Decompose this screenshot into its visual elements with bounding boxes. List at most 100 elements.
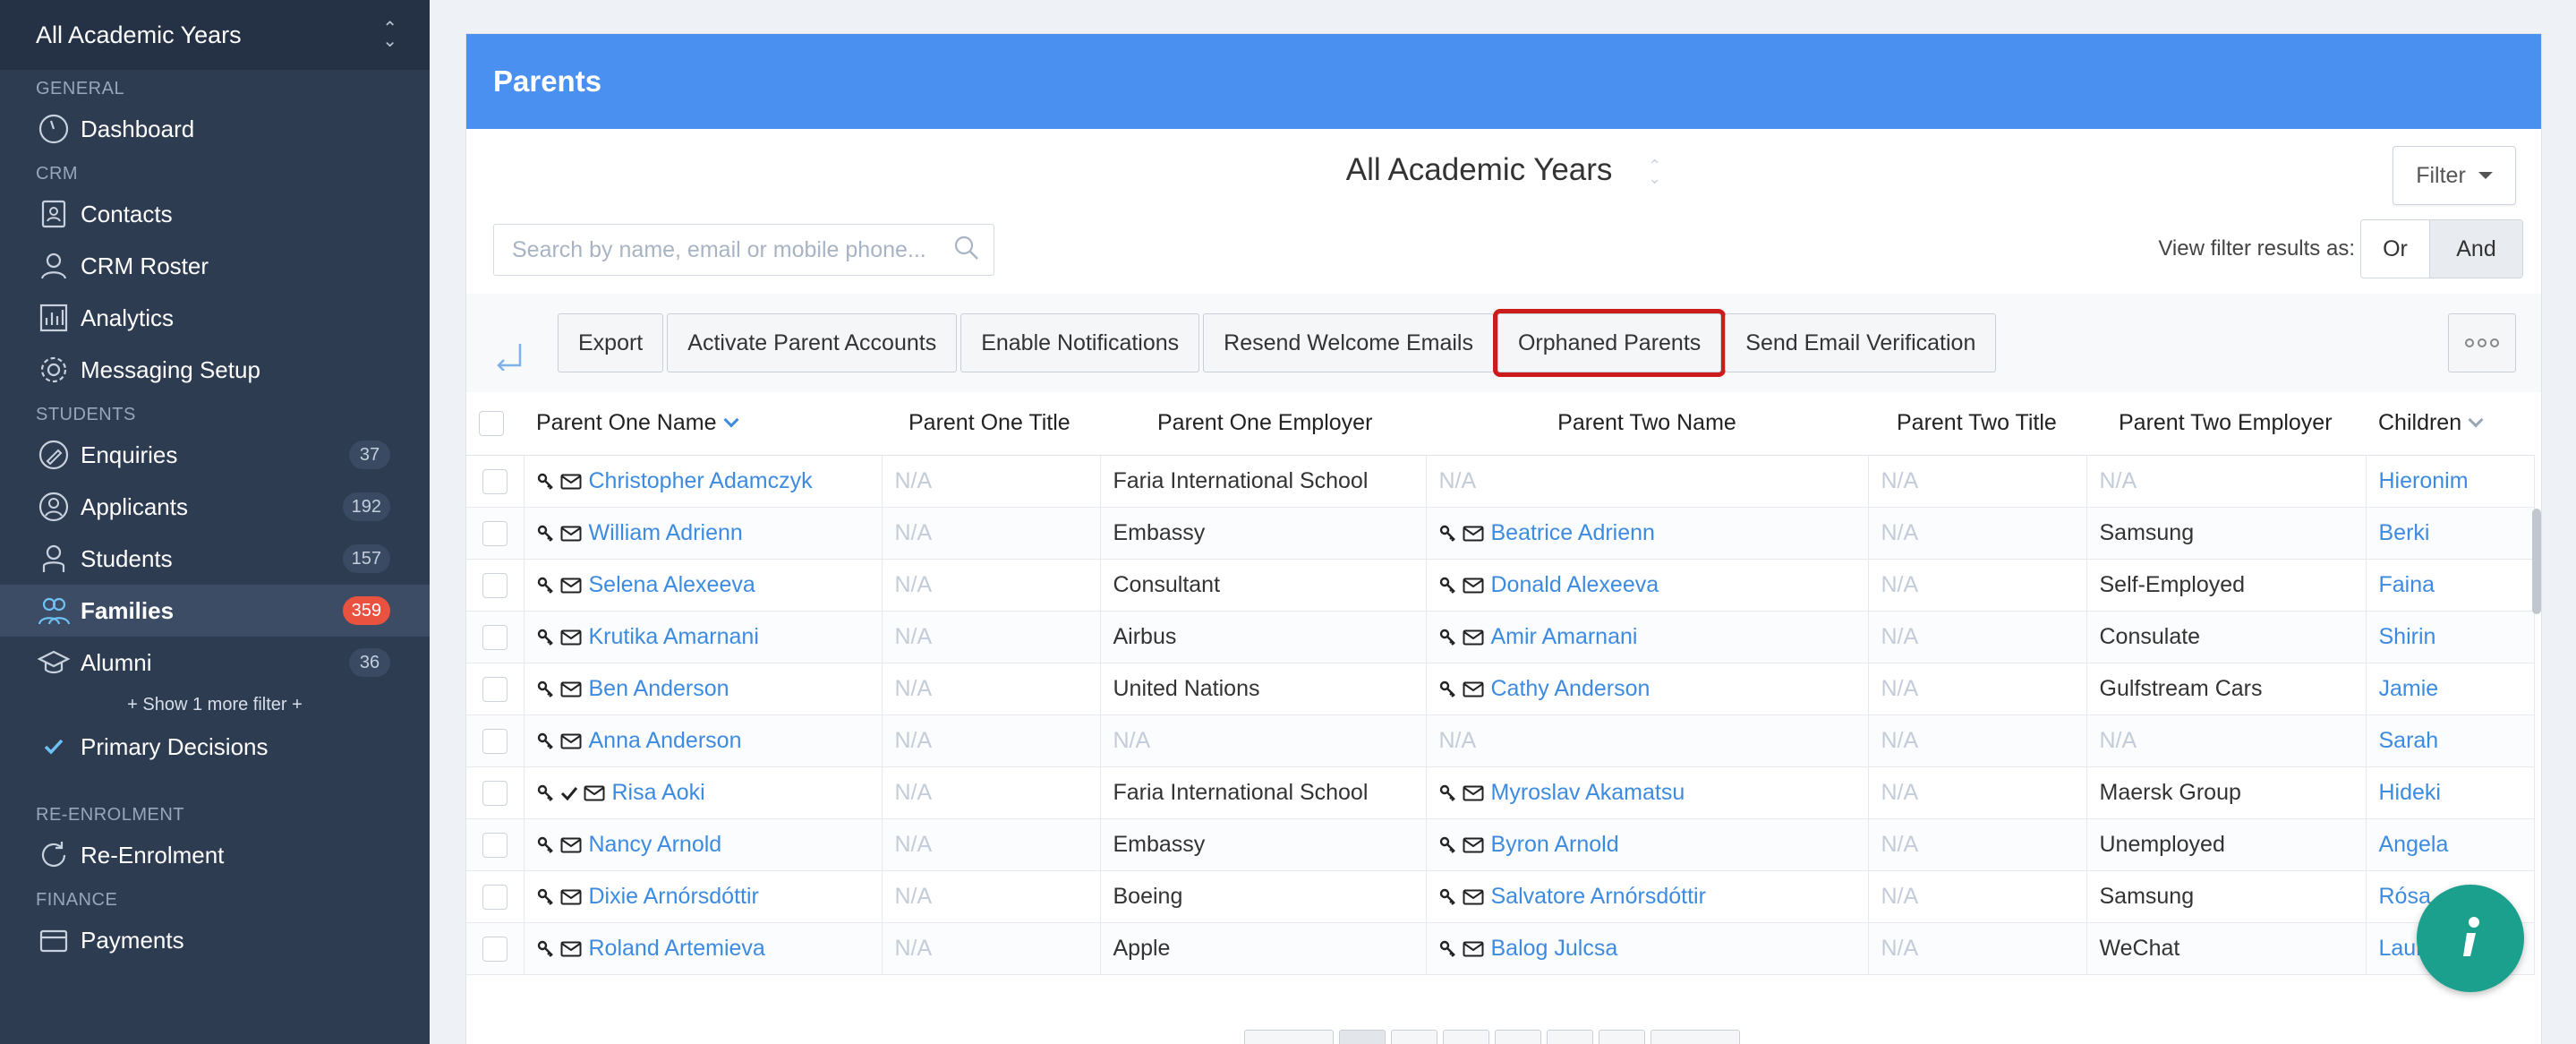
sidebar-item-students[interactable]: Students 157 <box>0 533 430 585</box>
parent-one-name-link[interactable]: Ben Anderson <box>589 676 729 701</box>
view-and-button[interactable]: And <box>2429 220 2522 278</box>
section-label-crm: CRM <box>36 164 79 184</box>
search-box[interactable] <box>493 224 994 276</box>
column-header-parent-one-employer[interactable]: Parent One Employer <box>1100 392 1426 456</box>
envelope-icon <box>1463 681 1483 697</box>
row-checkbox[interactable] <box>482 468 508 494</box>
parent-two-employer-cell: WeChat <box>2086 922 2367 975</box>
filter-button-label: Filter <box>2416 162 2466 188</box>
page-button[interactable] <box>1339 1030 1386 1044</box>
sidebar-item-applicants[interactable]: Applicants 192 <box>0 481 430 533</box>
table-row[interactable]: Selena Alexeeva N/A Consultant Donald Alexe… <box>466 559 2535 612</box>
academic-year-title[interactable]: All Academic Years ⌃ ⌄ <box>466 152 2541 188</box>
parent-two-name-link[interactable]: Amir Amarnani <box>1491 624 1638 649</box>
row-checkbox[interactable] <box>482 728 508 754</box>
children-cell[interactable]: Jamie <box>2366 663 2535 715</box>
table-row[interactable]: William Adrienn N/A Embassy Beatrice Adrien… <box>466 507 2535 560</box>
page-button[interactable] <box>1547 1030 1593 1044</box>
table-row[interactable]: Roland Artemieva N/A Apple Balog Julcsa N/A W… <box>466 922 2535 975</box>
column-header-parent-one-title[interactable]: Parent One Title <box>882 392 1100 456</box>
parent-one-name-link[interactable]: Christopher Adamczyk <box>589 468 813 493</box>
column-header-parent-two-name[interactable]: Parent Two Name <box>1426 392 1868 456</box>
row-checkbox[interactable] <box>482 884 508 910</box>
orphaned-parents-button[interactable]: Orphaned Parents <box>1492 309 1727 377</box>
select-all-checkbox[interactable] <box>479 411 504 437</box>
search-input[interactable] <box>512 236 952 263</box>
row-checkbox[interactable] <box>482 780 508 806</box>
parent-one-name-link[interactable]: Risa Aoki <box>612 780 705 805</box>
children-cell[interactable]: Angela <box>2366 818 2535 871</box>
table-row[interactable]: Risa Aoki N/A Faria International School My… <box>466 766 2535 819</box>
row-checkbox[interactable] <box>482 520 508 546</box>
parent-two-name-link[interactable]: Cathy Anderson <box>1491 676 1651 701</box>
envelope-icon <box>560 681 581 697</box>
info-help-button[interactable] <box>2417 885 2524 992</box>
children-cell[interactable]: Berki <box>2366 507 2535 560</box>
sidebar-item-messaging-setup[interactable]: Messaging Setup <box>0 344 430 396</box>
parent-one-name-link[interactable]: Anna Anderson <box>589 728 742 753</box>
parent-one-name-link[interactable]: William Adrienn <box>589 520 743 545</box>
parent-one-name-link[interactable]: Dixie Arnórsdóttir <box>589 884 759 909</box>
row-checkbox[interactable] <box>482 832 508 858</box>
table-row[interactable]: Christopher Adamczyk N/A Faria Internation… <box>466 455 2535 508</box>
sidebar-item-analytics[interactable]: Analytics <box>0 292 430 344</box>
sidebar-item-contacts[interactable]: Contacts <box>0 188 430 240</box>
row-checkbox[interactable] <box>482 676 508 702</box>
row-checkbox[interactable] <box>482 572 508 598</box>
resend-welcome-emails-button[interactable]: Resend Welcome Emails <box>1203 313 1494 372</box>
parent-two-name-link[interactable]: Byron Arnold <box>1491 832 1619 857</box>
filter-dropdown-button[interactable]: Filter <box>2393 146 2516 205</box>
page-prev-button[interactable] <box>1244 1030 1334 1044</box>
more-options-button[interactable] <box>2448 313 2516 372</box>
children-cell[interactable]: Hieronim <box>2366 455 2535 508</box>
children-cell[interactable]: Shirin <box>2366 611 2535 663</box>
parent-two-name-link[interactable]: Balog Julcsa <box>1491 936 1618 961</box>
parent-one-name-link[interactable]: Nancy Arnold <box>589 832 722 857</box>
children-cell[interactable]: Sarah <box>2366 715 2535 767</box>
table-row[interactable]: Krutika Amarnani N/A Airbus Amir Amarnani N/… <box>466 611 2535 663</box>
table-row[interactable]: Dixie Arnórsdóttir N/A Boeing Salvatore Arn… <box>466 870 2535 923</box>
sidebar-item-dashboard[interactable]: Dashboard <box>0 103 430 155</box>
table-row[interactable]: Ben Anderson N/A United Nations Cathy Ander… <box>466 663 2535 715</box>
parent-one-name-link[interactable]: Selena Alexeeva <box>589 572 755 597</box>
row-checkbox[interactable] <box>482 624 508 650</box>
enable-notifications-button[interactable]: Enable Notifications <box>960 313 1200 372</box>
academic-year-select[interactable]: All Academic Years ⌃ ⌄ <box>0 0 430 70</box>
page-button[interactable] <box>1391 1030 1437 1044</box>
send-email-verification-button[interactable]: Send Email Verification <box>1725 313 1997 372</box>
sidebar-item-reenrolment[interactable]: Re-Enrolment <box>0 829 430 881</box>
table-row[interactable]: Nancy Arnold N/A Embassy Byron Arnold N/A Une… <box>466 818 2535 871</box>
sidebar-item-families[interactable]: Families 359 <box>0 585 430 637</box>
column-header-parent-one-name[interactable]: Parent One Name <box>524 392 882 456</box>
table-row[interactable]: Anna Anderson N/A N/A N/A N/A N/A Sarah <box>466 715 2535 767</box>
children-cell[interactable]: Faina <box>2366 559 2535 612</box>
sidebar-item-primary-decisions[interactable]: Primary Decisions <box>0 721 430 773</box>
page-next-button[interactable] <box>1651 1030 1740 1044</box>
sidebar-item-crm-roster[interactable]: CRM Roster <box>0 240 430 292</box>
page-button[interactable] <box>1495 1030 1541 1044</box>
show-more-filter-link[interactable]: + Show 1 more filter + <box>0 689 430 721</box>
sidebar-item-enquiries[interactable]: Enquiries 37 <box>0 429 430 481</box>
page-button[interactable] <box>1599 1030 1645 1044</box>
export-button[interactable]: Export <box>558 313 664 372</box>
row-checkbox[interactable] <box>482 936 508 962</box>
parent-one-name-link[interactable]: Roland Artemieva <box>589 936 765 961</box>
parent-two-title-cell: N/A <box>1868 611 2087 663</box>
activate-parent-accounts-button[interactable]: Activate Parent Accounts <box>667 313 958 372</box>
column-header-parent-two-employer[interactable]: Parent Two Employer <box>2086 392 2366 456</box>
parent-two-name-link[interactable]: Beatrice Adrienn <box>1491 520 1655 545</box>
view-or-button[interactable]: Or <box>2361 220 2429 278</box>
parent-two-name-link[interactable]: Salvatore Arnórsdóttir <box>1491 884 1706 909</box>
column-header-parent-two-title[interactable]: Parent Two Title <box>1868 392 2086 456</box>
sidebar-item-alumni[interactable]: Alumni 36 <box>0 637 430 689</box>
parent-two-name-link[interactable]: Myroslav Akamatsu <box>1491 780 1685 805</box>
parent-one-name-link[interactable]: Krutika Amarnani <box>589 624 759 649</box>
column-header-children[interactable]: Children <box>2366 392 2534 456</box>
sidebar-item-payments[interactable]: Payments <box>0 914 430 966</box>
search-icon[interactable] <box>952 234 981 267</box>
table-scrollbar[interactable] <box>2532 509 2541 614</box>
children-cell[interactable]: Hideki <box>2366 766 2535 819</box>
page-button[interactable] <box>1443 1030 1489 1044</box>
updown-chevron-icon: ⌃ ⌄ <box>1648 156 1662 187</box>
parent-two-name-link[interactable]: Donald Alexeeva <box>1491 572 1659 597</box>
